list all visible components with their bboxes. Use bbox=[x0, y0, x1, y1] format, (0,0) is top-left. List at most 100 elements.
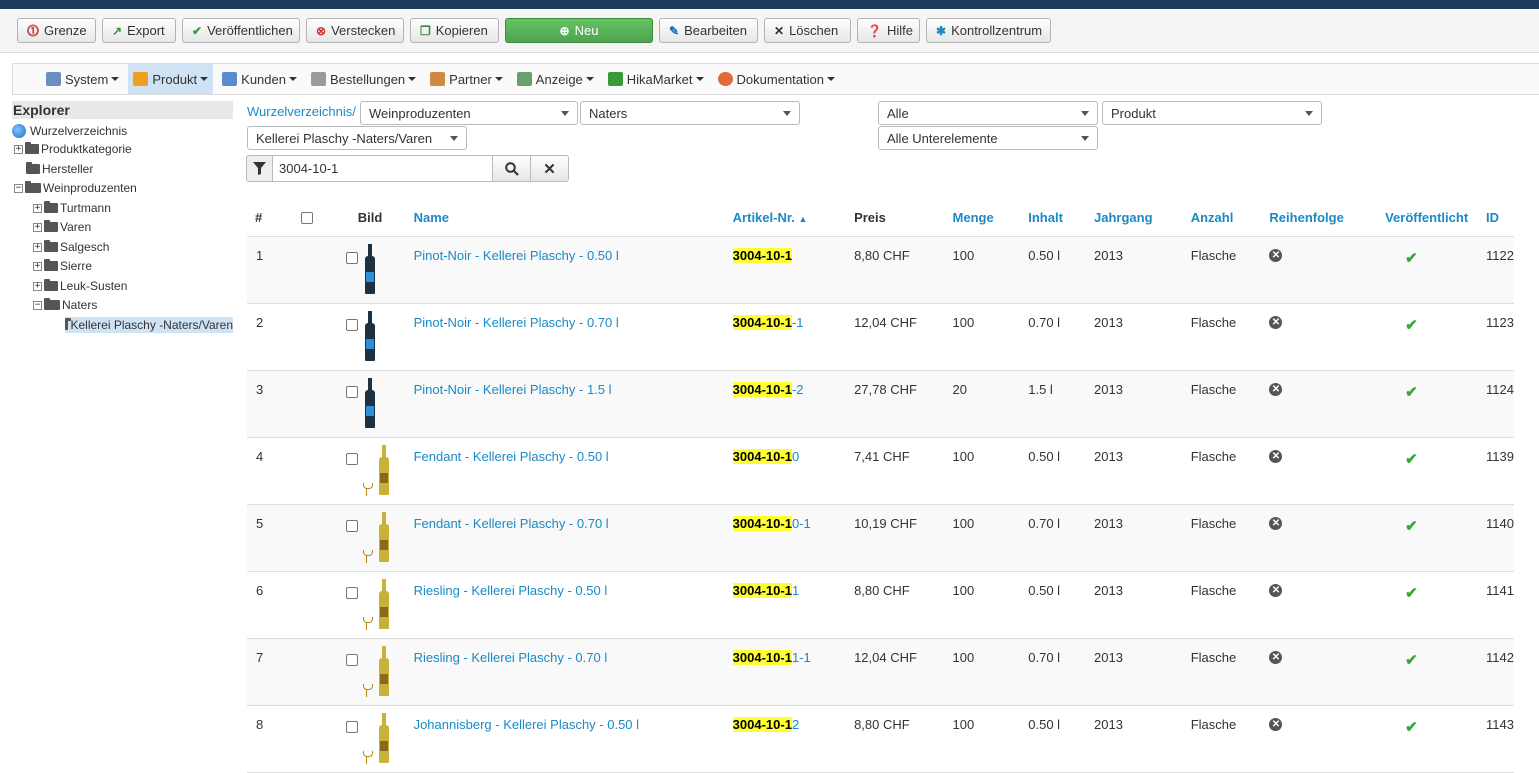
sku-rest[interactable]: -2 bbox=[792, 382, 804, 397]
col-vintage[interactable]: Jahrgang bbox=[1094, 200, 1191, 237]
tree-node-hersteller[interactable]: Hersteller bbox=[26, 161, 93, 177]
wine-bottle-icon[interactable] bbox=[360, 578, 390, 635]
table-row[interactable]: 1 Pinot-Noir - Kellerei Plaschy - 0.50 l 3… bbox=[247, 236, 1514, 304]
expand-icon[interactable]: + bbox=[33, 222, 42, 232]
tree-node-kellerei-plaschy[interactable]: Kellerei Plaschy -Naters/Varen bbox=[65, 317, 233, 333]
table-row[interactable]: 8 Johannisberg - Kellerei Plaschy - 0.50 … bbox=[247, 705, 1514, 773]
breadcrumb-root[interactable]: Wurzelverzeichnis/ bbox=[247, 104, 356, 119]
limit-button[interactable]: ⓵ Grenze bbox=[17, 18, 96, 43]
x-circle-icon[interactable]: ✕ bbox=[1269, 449, 1283, 463]
published-check-icon[interactable]: ✔ bbox=[1405, 652, 1418, 669]
x-circle-icon[interactable]: ✕ bbox=[1269, 248, 1283, 262]
product-name-link[interactable]: Fendant - Kellerei Plaschy - 0.50 l bbox=[414, 449, 609, 464]
row-checkbox[interactable] bbox=[345, 385, 358, 398]
product-name-link[interactable]: Pinot-Noir - Kellerei Plaschy - 0.70 l bbox=[414, 315, 619, 330]
sku-rest[interactable]: 0 bbox=[792, 449, 799, 464]
row-checkbox[interactable] bbox=[345, 653, 358, 666]
wine-bottle-icon[interactable] bbox=[360, 645, 390, 702]
tree-node-sierre[interactable]: + Sierre bbox=[33, 258, 92, 274]
menu-hikamarket[interactable]: HikaMarket bbox=[603, 64, 709, 94]
sku-rest[interactable]: 1 bbox=[792, 583, 799, 598]
x-circle-icon[interactable]: ✕ bbox=[1269, 650, 1283, 664]
expand-icon[interactable]: + bbox=[33, 281, 42, 291]
expand-icon[interactable]: + bbox=[33, 242, 42, 252]
row-checkbox[interactable] bbox=[345, 519, 358, 532]
table-row[interactable]: 7 Riesling - Kellerei Plaschy - 0.70 l 300… bbox=[247, 638, 1514, 706]
table-row[interactable]: 6 Riesling - Kellerei Plaschy - 0.50 l 300… bbox=[247, 571, 1514, 639]
published-check-icon[interactable]: ✔ bbox=[1405, 384, 1418, 401]
col-content[interactable]: Inhalt bbox=[1028, 200, 1094, 237]
children-select[interactable]: Alle Unterelemente bbox=[878, 126, 1098, 150]
category-select-3[interactable]: Kellerei Plaschy -Naters/Varen bbox=[247, 126, 467, 150]
x-circle-icon[interactable]: ✕ bbox=[1269, 315, 1283, 329]
search-button[interactable] bbox=[493, 155, 531, 182]
expand-icon[interactable]: + bbox=[33, 261, 42, 271]
wine-bottle-icon[interactable] bbox=[360, 444, 390, 501]
wine-bottle-icon[interactable] bbox=[360, 511, 390, 568]
col-count[interactable]: Anzahl bbox=[1190, 200, 1270, 237]
tree-node-weinproduzenten[interactable]: − Weinproduzenten bbox=[14, 180, 137, 196]
clear-search-button[interactable]: ✕ bbox=[531, 155, 569, 182]
published-check-icon[interactable]: ✔ bbox=[1405, 250, 1418, 267]
published-check-icon[interactable]: ✔ bbox=[1405, 719, 1418, 736]
published-check-icon[interactable]: ✔ bbox=[1405, 585, 1418, 602]
x-circle-icon[interactable]: ✕ bbox=[1269, 382, 1283, 396]
tree-node-turtmann[interactable]: + Turtmann bbox=[33, 200, 111, 216]
collapse-icon[interactable]: − bbox=[14, 183, 23, 193]
wine-bottle-icon[interactable] bbox=[360, 310, 390, 367]
menu-system[interactable]: System bbox=[41, 64, 124, 94]
published-check-icon[interactable]: ✔ bbox=[1405, 317, 1418, 334]
delete-button[interactable]: ✕ Löschen bbox=[764, 18, 851, 43]
x-circle-icon[interactable]: ✕ bbox=[1269, 583, 1283, 597]
row-checkbox[interactable] bbox=[345, 720, 358, 733]
tree-node-produktkategorie[interactable]: + Produktkategorie bbox=[14, 141, 132, 157]
col-sku[interactable]: Artikel-Nr. ▲ bbox=[732, 200, 855, 237]
product-name-link[interactable]: Pinot-Noir - Kellerei Plaschy - 0.50 l bbox=[414, 248, 619, 263]
col-name[interactable]: Name bbox=[413, 200, 733, 237]
menu-bestellungen[interactable]: Bestellungen bbox=[306, 64, 421, 94]
table-row[interactable]: 4 Fendant - Kellerei Plaschy - 0.50 l 3004… bbox=[247, 437, 1514, 505]
sku-rest[interactable]: 0-1 bbox=[792, 516, 811, 531]
col-order[interactable]: Reihenfolge bbox=[1269, 200, 1386, 237]
x-circle-icon[interactable]: ✕ bbox=[1269, 717, 1283, 731]
product-name-link[interactable]: Johannisberg - Kellerei Plaschy - 0.50 l bbox=[414, 717, 639, 732]
wine-bottle-icon[interactable] bbox=[360, 377, 390, 434]
row-checkbox[interactable] bbox=[345, 452, 358, 465]
row-checkbox[interactable] bbox=[345, 251, 358, 264]
search-input[interactable] bbox=[273, 155, 493, 182]
menu-partner[interactable]: Partner bbox=[425, 64, 508, 94]
sku-rest[interactable]: -1 bbox=[792, 315, 804, 330]
col-published[interactable]: Veröffentlicht bbox=[1385, 200, 1487, 237]
hide-button[interactable]: ⊗ Verstecken bbox=[306, 18, 404, 43]
edit-button[interactable]: ✎ Bearbeiten bbox=[659, 18, 758, 43]
sku-rest[interactable]: 1-1 bbox=[792, 650, 811, 665]
product-name-link[interactable]: Riesling - Kellerei Plaschy - 0.50 l bbox=[414, 583, 608, 598]
product-name-link[interactable]: Fendant - Kellerei Plaschy - 0.70 l bbox=[414, 516, 609, 531]
table-row[interactable]: 2 Pinot-Noir - Kellerei Plaschy - 0.70 l 3… bbox=[247, 303, 1514, 371]
expand-icon[interactable]: + bbox=[14, 144, 23, 154]
published-check-icon[interactable]: ✔ bbox=[1405, 451, 1418, 468]
new-button[interactable]: ⊕ Neu bbox=[505, 18, 653, 43]
menu-kunden[interactable]: Kunden bbox=[217, 64, 302, 94]
table-row[interactable]: 3 Pinot-Noir - Kellerei Plaschy - 1.5 l 30… bbox=[247, 370, 1514, 438]
type-select[interactable]: Produkt bbox=[1102, 101, 1322, 125]
product-name-link[interactable]: Pinot-Noir - Kellerei Plaschy - 1.5 l bbox=[414, 382, 612, 397]
collapse-icon[interactable]: − bbox=[33, 300, 42, 310]
row-checkbox[interactable] bbox=[345, 586, 358, 599]
export-button[interactable]: ↗ Export bbox=[102, 18, 176, 43]
wine-bottle-icon[interactable] bbox=[360, 712, 390, 769]
control-center-button[interactable]: ✱ Kontrollzentrum bbox=[926, 18, 1051, 43]
category-select-2[interactable]: Naters bbox=[580, 101, 800, 125]
published-check-icon[interactable]: ✔ bbox=[1405, 518, 1418, 535]
tree-node-varen[interactable]: + Varen bbox=[33, 219, 91, 235]
help-button[interactable]: ❓ Hilfe bbox=[857, 18, 920, 43]
tree-node-naters[interactable]: − Naters bbox=[33, 297, 97, 313]
table-row[interactable]: 5 Fendant - Kellerei Plaschy - 0.70 l 3004… bbox=[247, 504, 1514, 572]
expand-icon[interactable]: + bbox=[33, 203, 42, 213]
select-all-checkbox[interactable] bbox=[300, 211, 313, 224]
tree-root[interactable]: Wurzelverzeichnis bbox=[12, 123, 127, 139]
sku-rest[interactable]: 2 bbox=[792, 717, 799, 732]
menu-dokumentation[interactable]: Dokumentation bbox=[713, 64, 840, 94]
wine-bottle-icon[interactable] bbox=[360, 243, 390, 300]
col-id[interactable]: ID bbox=[1486, 200, 1514, 237]
